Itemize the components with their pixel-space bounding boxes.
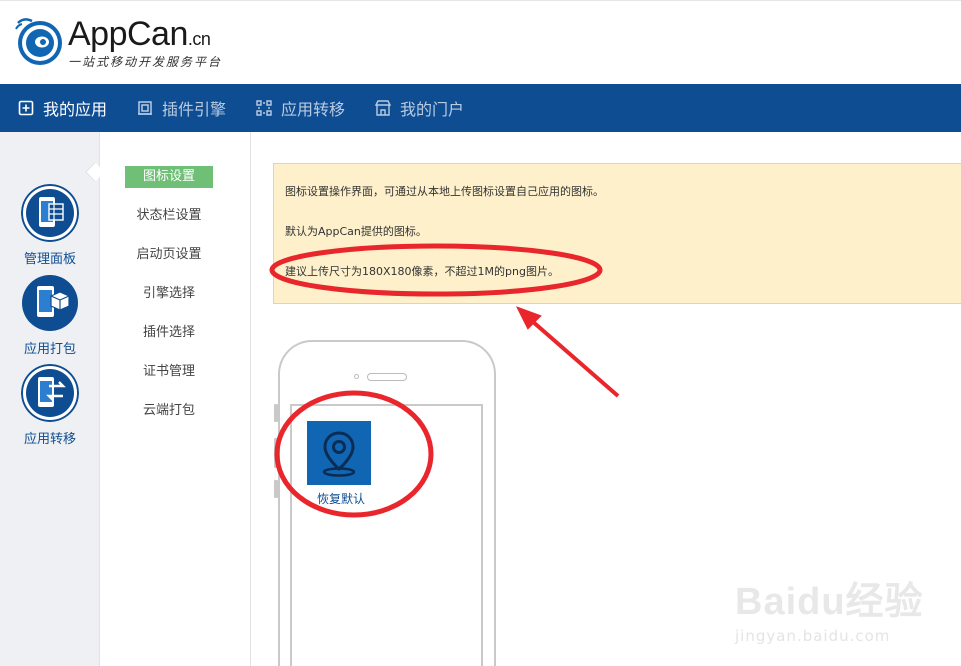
icon-settings-notice: 图标设置操作界面，可通过从本地上传图标设置自己应用的图标。 默认为AppCan提… — [273, 163, 961, 304]
package-phone-icon — [22, 275, 78, 331]
submenu-item-engine-select[interactable]: 引擎选择 — [125, 283, 213, 305]
phone-side-button — [274, 480, 278, 498]
notice-line: 建议上传尺寸为180X180像素，不超过1M的png图片。 — [285, 265, 559, 278]
submenu-item-cloud-build[interactable]: 云端打包 — [125, 400, 213, 422]
nav-item-app-transfer[interactable]: 应用转移 — [256, 84, 345, 132]
phone-side-button — [274, 438, 278, 468]
left-sidebar: 管理面板 应用打包 应用转移 — [0, 132, 100, 666]
nav-item-label: 我的门户 — [400, 100, 465, 119]
nav-item-plugin-engine[interactable]: 插件引擎 — [137, 84, 226, 132]
sidebar-item-label: 应用转移 — [23, 432, 76, 447]
app-icon-preview[interactable] — [307, 421, 371, 485]
watermark-main: Baidu经验 — [735, 581, 924, 623]
watermark-sub: jingyan.baidu.com — [735, 627, 891, 645]
sidebar-item-app-transfer[interactable]: 应用转移 — [0, 364, 100, 447]
submenu-item-certificate[interactable]: 证书管理 — [125, 361, 213, 383]
sidebar-item-label: 应用打包 — [23, 342, 76, 357]
sidebar-item-dashboard[interactable]: 管理面板 — [0, 184, 100, 267]
plugin-icon — [138, 101, 152, 115]
nav-item-label: 我的应用 — [43, 100, 108, 119]
nav-item-my-portal[interactable]: 我的门户 — [375, 84, 464, 132]
dashboard-phone-icon — [21, 184, 79, 242]
transfer-icon — [256, 100, 272, 116]
location-pin-icon — [322, 431, 356, 477]
annotation-arrow — [522, 312, 620, 398]
top-navbar: 我的应用 插件引擎 应用转移 我的门户 — [0, 84, 961, 132]
baidu-watermark: Baidu经验 jingyan.baidu.com — [735, 570, 924, 645]
nav-item-my-apps[interactable]: 我的应用 — [18, 84, 107, 132]
store-icon — [375, 100, 391, 116]
appcan-logo-icon[interactable] — [12, 15, 64, 67]
header: AppCan.cn 一站式移动开发服务平台 — [0, 0, 961, 84]
notice-line: 默认为AppCan提供的图标。 — [285, 225, 427, 238]
sidebar-item-app-package[interactable]: 应用打包 — [0, 274, 100, 357]
phone-camera — [354, 374, 359, 379]
restore-default-link[interactable]: 恢复默认 — [300, 490, 382, 507]
nav-item-label: 应用转移 — [281, 100, 346, 119]
phone-speaker — [367, 373, 407, 381]
notice-line: 图标设置操作界面，可通过从本地上传图标设置自己应用的图标。 — [285, 185, 604, 198]
sidebar-item-label: 管理面板 — [23, 252, 76, 267]
submenu-item-launch-settings[interactable]: 启动页设置 — [125, 244, 213, 266]
phone-side-button — [274, 404, 278, 422]
brand-name: AppCan.cn — [68, 15, 211, 53]
nav-item-label: 插件引擎 — [162, 100, 227, 119]
transfer-phone-icon — [21, 364, 79, 422]
plus-square-icon — [18, 100, 34, 116]
brand-suffix: .cn — [187, 29, 211, 49]
page: AppCan.cn 一站式移动开发服务平台 我的应用 插件引擎 应用转移 我的门… — [0, 0, 961, 666]
submenu-item-plugin-select[interactable]: 插件选择 — [125, 322, 213, 344]
sub-menu: 图标设置 状态栏设置 启动页设置 引擎选择 插件选择 证书管理 云端打包 — [101, 132, 251, 666]
annotation-arrowhead — [515, 306, 542, 330]
submenu-item-statusbar-settings[interactable]: 状态栏设置 — [125, 205, 213, 227]
submenu-item-icon-settings[interactable]: 图标设置 — [125, 166, 213, 188]
brand-tagline: 一站式移动开发服务平台 — [68, 55, 223, 69]
